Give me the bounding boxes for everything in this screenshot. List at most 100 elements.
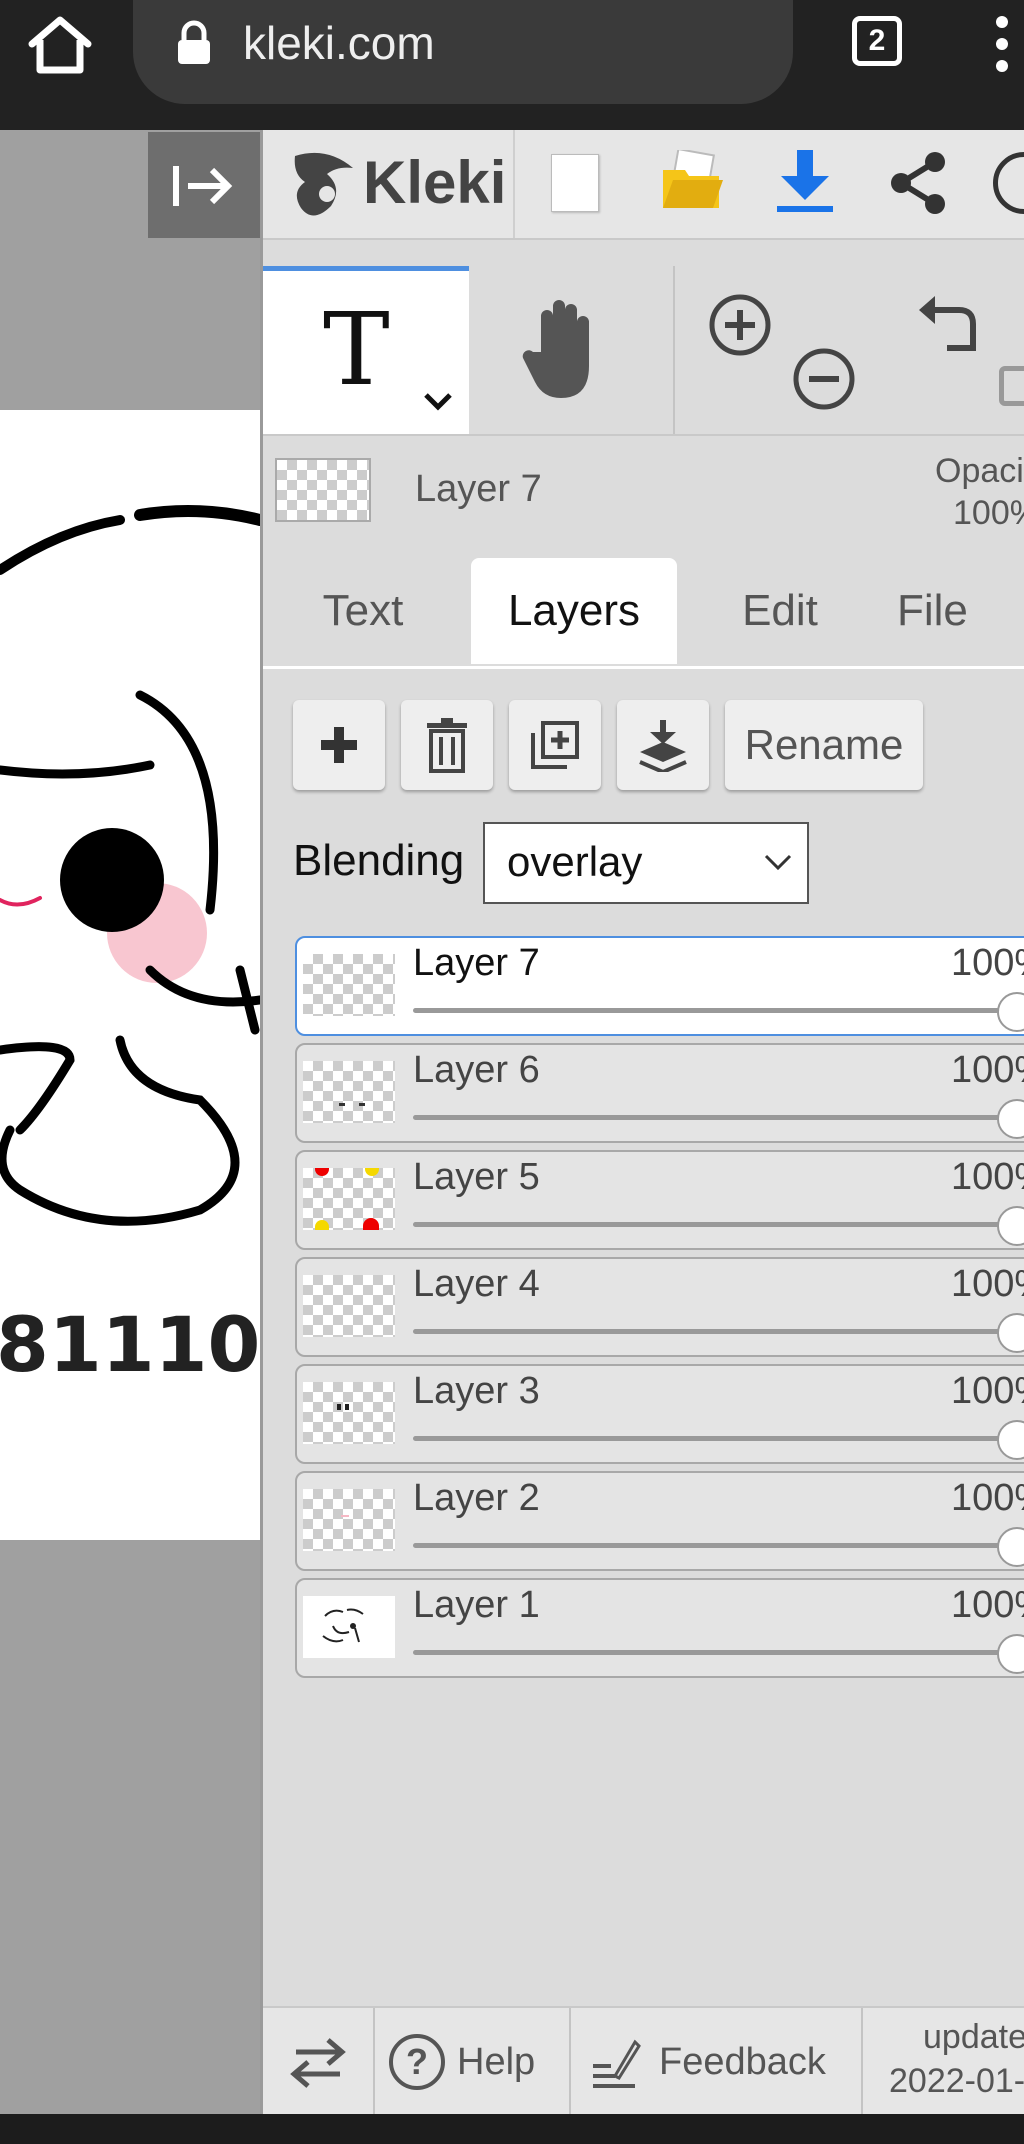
opacity-label: Opaci xyxy=(935,452,1024,490)
undo-icon[interactable] xyxy=(915,292,977,354)
layer-opacity-slider[interactable] xyxy=(413,1329,1003,1334)
layer-list: Layer 7 100% Layer 6 100% Layer 5 100% xyxy=(263,936,1024,1696)
layer-item[interactable]: Layer 3 100% xyxy=(295,1364,1024,1464)
layer-opacity-slider[interactable] xyxy=(413,1436,1003,1441)
panel-tabs: Text Layers Edit File xyxy=(263,558,1024,669)
tab-switcher-button[interactable]: 2 xyxy=(852,16,902,66)
text-tool-glyph: T xyxy=(323,291,390,408)
header-divider xyxy=(513,130,515,238)
panel-footer: ? Help Feedback updated 2022-01- xyxy=(263,2006,1024,2116)
layer-opacity-handle[interactable] xyxy=(997,1527,1024,1567)
chevron-down-icon xyxy=(764,854,792,871)
layer-thumbnail xyxy=(303,1275,395,1337)
layer-opacity-slider[interactable] xyxy=(413,1115,1003,1120)
layer-item[interactable]: Layer 6 100% xyxy=(295,1043,1024,1143)
opacity-value: 100% xyxy=(953,494,1024,532)
tab-count: 2 xyxy=(868,24,886,57)
layer-opacity-handle[interactable] xyxy=(997,1099,1024,1139)
swap-side-button[interactable] xyxy=(263,2008,375,2116)
layer-opacity-slider[interactable] xyxy=(413,1650,1003,1655)
duplicate-icon xyxy=(531,721,579,769)
layer-item[interactable]: Layer 1 100% xyxy=(295,1578,1024,1678)
tab-layers[interactable]: Layers xyxy=(471,558,677,664)
layer-item[interactable]: Layer 5 100% xyxy=(295,1150,1024,1250)
pen-lines-icon xyxy=(593,2039,641,2088)
hand-tool-icon[interactable] xyxy=(521,296,611,402)
rename-layer-button[interactable]: Rename xyxy=(725,700,923,790)
trash-icon xyxy=(427,718,467,773)
collapse-arrow-icon xyxy=(173,166,233,206)
current-layer-name: Layer 7 xyxy=(415,468,542,510)
kleki-logo-icon xyxy=(294,152,353,216)
current-layer-row: Layer 7 Opaci 100% xyxy=(263,436,1024,546)
layer-name: Layer 1 xyxy=(413,1584,540,1626)
open-folder-icon[interactable] xyxy=(661,150,723,212)
side-panel: Kleki T Layer 7 Opaci 100 Text Layers Ed… xyxy=(260,130,1024,2116)
app-logo-text: Kleki xyxy=(363,149,507,216)
tab-text[interactable]: Text xyxy=(263,558,463,664)
redo-icon[interactable] xyxy=(999,366,1024,406)
help-circle-icon[interactable] xyxy=(993,152,1024,214)
app-header: Kleki xyxy=(263,130,1024,240)
share-icon[interactable] xyxy=(887,150,951,216)
layer-item[interactable]: Layer 2 100% xyxy=(295,1471,1024,1571)
feedback-button[interactable]: Feedback xyxy=(571,2008,863,2116)
layer-opacity-slider[interactable] xyxy=(413,1222,1003,1227)
layer-thumbnail xyxy=(303,1382,395,1444)
layer-1-preview xyxy=(322,1608,364,1643)
blending-label: Blending xyxy=(293,836,465,885)
layer-name: Layer 3 xyxy=(413,1370,540,1412)
system-nav-strip xyxy=(0,2114,1024,2144)
layer-opacity-handle[interactable] xyxy=(997,1634,1024,1674)
layer-name: Layer 4 xyxy=(413,1263,540,1305)
layer-opacity-slider[interactable] xyxy=(413,1008,1003,1013)
layer-opacity-handle[interactable] xyxy=(997,1206,1024,1246)
home-icon[interactable] xyxy=(26,14,94,76)
zoom-in-icon[interactable] xyxy=(707,292,773,358)
delete-layer-button[interactable] xyxy=(401,700,493,790)
drawing-canvas[interactable]: 81110 # xyxy=(0,410,260,1540)
layer-item[interactable]: Layer 4 100% xyxy=(295,1257,1024,1357)
layer-opacity-handle[interactable] xyxy=(997,1313,1024,1353)
layer-opacity-handle[interactable] xyxy=(997,1420,1024,1460)
help-button[interactable]: ? Help xyxy=(375,2008,571,2116)
swap-arrows-icon xyxy=(290,2038,346,2088)
plus-icon xyxy=(321,727,357,763)
update-info: updated 2022-01- xyxy=(869,2018,1024,2108)
url-bar[interactable] xyxy=(133,0,793,104)
collapse-panel-button[interactable] xyxy=(148,132,260,238)
duplicate-layer-button[interactable] xyxy=(509,700,601,790)
layer-item[interactable]: Layer 7 100% xyxy=(295,936,1024,1036)
layer-name: Layer 5 xyxy=(413,1156,540,1198)
overflow-menu-icon[interactable] xyxy=(990,14,1014,74)
layer-thumbnail xyxy=(303,1596,395,1658)
blending-select[interactable]: overlay xyxy=(483,822,809,904)
updated-label: updated xyxy=(923,2018,1024,2056)
layer-actions: Rename xyxy=(293,700,1023,792)
new-image-icon[interactable] xyxy=(551,154,599,212)
updated-date: 2022-01- xyxy=(889,2062,1024,2100)
layer-opacity: 100% xyxy=(951,1584,1024,1626)
add-layer-button[interactable] xyxy=(293,700,385,790)
layer-opacity: 100% xyxy=(951,1156,1024,1198)
tool-divider xyxy=(673,266,675,434)
blending-select-value: overlay xyxy=(507,838,643,885)
tab-file[interactable]: File xyxy=(897,558,1024,664)
layer-opacity: 100% xyxy=(951,1263,1024,1305)
layer-opacity: 100% xyxy=(951,942,1024,984)
merge-down-icon xyxy=(639,720,687,772)
layer-name: Layer 6 xyxy=(413,1049,540,1091)
layer-opacity-slider[interactable] xyxy=(413,1543,1003,1548)
tab-edit[interactable]: Edit xyxy=(677,558,883,664)
download-icon[interactable] xyxy=(773,148,837,214)
layer-thumbnail xyxy=(303,1489,395,1551)
layer-opacity: 100% xyxy=(951,1477,1024,1519)
drawing-text: 81110 # xyxy=(0,1300,260,1389)
layer-thumbnail xyxy=(303,954,395,1016)
text-tool-button[interactable]: T xyxy=(263,266,469,434)
zoom-out-icon[interactable] xyxy=(791,346,857,412)
tool-row: T xyxy=(263,266,1024,436)
chevron-down-icon[interactable] xyxy=(423,391,453,411)
merge-down-button[interactable] xyxy=(617,700,709,790)
layer-opacity-handle[interactable] xyxy=(997,992,1024,1032)
